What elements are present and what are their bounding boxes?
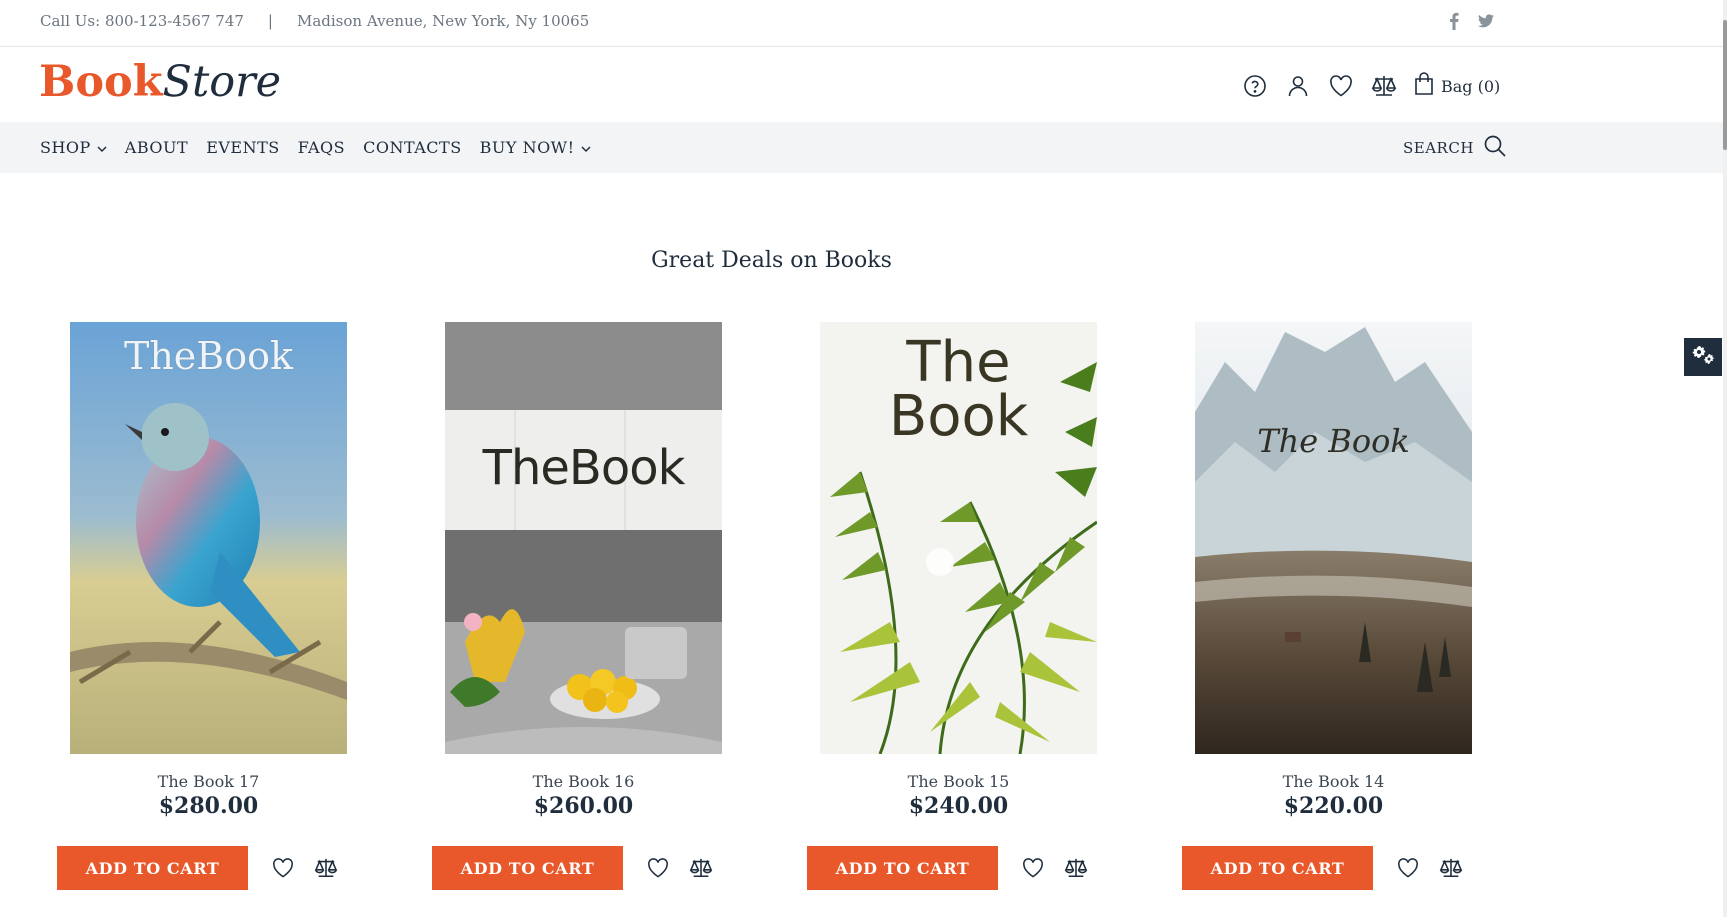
phone-number[interactable]: Call Us: 800-123-4567 747 — [40, 12, 244, 30]
nav-item-faqs[interactable]: FAQS — [298, 138, 345, 157]
product-name[interactable]: The Book 15 — [807, 772, 1110, 791]
product-cover-image[interactable]: TheBook — [445, 322, 722, 754]
facebook-icon[interactable] — [1446, 11, 1462, 31]
nav-item-about[interactable]: ABOUT — [125, 138, 188, 157]
bag-icon — [1413, 72, 1435, 100]
gear-icon — [1689, 342, 1717, 372]
top-bar: Call Us: 800-123-4567 747 | Madison Avenue… — [0, 0, 1723, 47]
add-to-cart-button[interactable]: ADD TO CART — [432, 846, 623, 890]
heart-icon[interactable] — [1327, 72, 1355, 100]
nav-item-buy-now[interactable]: BUY NOW! — [480, 138, 591, 157]
heart-icon[interactable] — [644, 854, 672, 882]
settings-button[interactable] — [1684, 338, 1722, 376]
compare-icon[interactable] — [1370, 72, 1398, 100]
compare-icon[interactable] — [312, 854, 340, 882]
chevron-down-icon — [581, 138, 591, 157]
heart-icon[interactable] — [269, 854, 297, 882]
search-button[interactable]: SEARCH — [1403, 122, 1506, 173]
help-icon[interactable] — [1241, 72, 1269, 100]
product-name[interactable]: The Book 16 — [432, 772, 735, 791]
product-cover-image[interactable]: The Book — [1195, 322, 1472, 754]
header-actions: Bag (0) — [1241, 72, 1500, 100]
nav-item-contacts[interactable]: CONTACTS — [363, 138, 462, 157]
logo-book: Book — [39, 57, 163, 107]
product-cover-image[interactable]: The Book — [820, 322, 1097, 754]
cover-title-line-2: Book — [888, 384, 1029, 449]
search-icon — [1484, 135, 1506, 161]
section-title: Great Deals on Books — [651, 248, 892, 273]
compare-icon[interactable] — [687, 854, 715, 882]
heart-icon[interactable] — [1394, 854, 1422, 882]
nav-item-label: BUY NOW! — [479, 138, 575, 157]
search-label: SEARCH — [1403, 138, 1474, 157]
address: Madison Avenue, New York, Ny 10065 — [296, 12, 590, 30]
chevron-down-icon — [97, 138, 107, 157]
main-nav: SHOP ABOUT EVENTS FAQS CONTACTS BUY NOW!… — [0, 122, 1723, 173]
add-to-cart-button[interactable]: ADD TO CART — [1182, 846, 1373, 890]
product-price: $240.00 — [908, 793, 1009, 819]
nav-item-shop[interactable]: SHOP — [40, 138, 107, 157]
product-name[interactable]: The Book 14 — [1182, 772, 1485, 791]
nav-item-label: SHOP — [40, 138, 91, 157]
cover-title: TheBook — [123, 334, 293, 378]
bag-label: Bag (0) — [1441, 76, 1501, 96]
product-price: $280.00 — [158, 793, 259, 819]
nav-item-label: CONTACTS — [363, 138, 462, 157]
contact-info: Call Us: 800-123-4567 747 | Madison Avenue… — [40, 12, 589, 30]
site-logo[interactable]: BookStore — [39, 57, 282, 107]
social-links — [1446, 11, 1494, 31]
twitter-icon[interactable] — [1478, 11, 1494, 31]
nav-item-events[interactable]: EVENTS — [206, 138, 280, 157]
compare-icon[interactable] — [1062, 854, 1090, 882]
nav-item-label: EVENTS — [206, 138, 280, 157]
logo-store: Store — [162, 57, 282, 107]
nav-item-label: ABOUT — [124, 138, 189, 157]
product-cover-image[interactable]: TheBook — [70, 322, 347, 754]
product-name[interactable]: The Book 17 — [57, 772, 360, 791]
add-to-cart-button[interactable]: ADD TO CART — [807, 846, 998, 890]
site-header: BookStore Bag (0) — [0, 48, 1723, 122]
product-price: $260.00 — [533, 793, 634, 819]
cover-title: The Book — [820, 330, 1097, 449]
product-price: $220.00 — [1283, 793, 1384, 819]
cover-title: The Book — [1257, 422, 1410, 460]
nav-menu: SHOP ABOUT EVENTS FAQS CONTACTS BUY NOW! — [40, 122, 609, 173]
nav-item-label: FAQS — [297, 138, 346, 157]
add-to-cart-button[interactable]: ADD TO CART — [57, 846, 248, 890]
compare-icon[interactable] — [1437, 854, 1465, 882]
cover-title: TheBook — [482, 440, 686, 496]
bag-button[interactable]: Bag (0) — [1413, 72, 1500, 100]
contact-separator: | — [267, 12, 273, 30]
page-scrollbar[interactable] — [1723, 0, 1727, 917]
scrollbar-thumb[interactable] — [1723, 20, 1727, 150]
user-icon[interactable] — [1284, 72, 1312, 100]
cover-title-line-1: The — [906, 330, 1011, 395]
heart-icon[interactable] — [1019, 854, 1047, 882]
